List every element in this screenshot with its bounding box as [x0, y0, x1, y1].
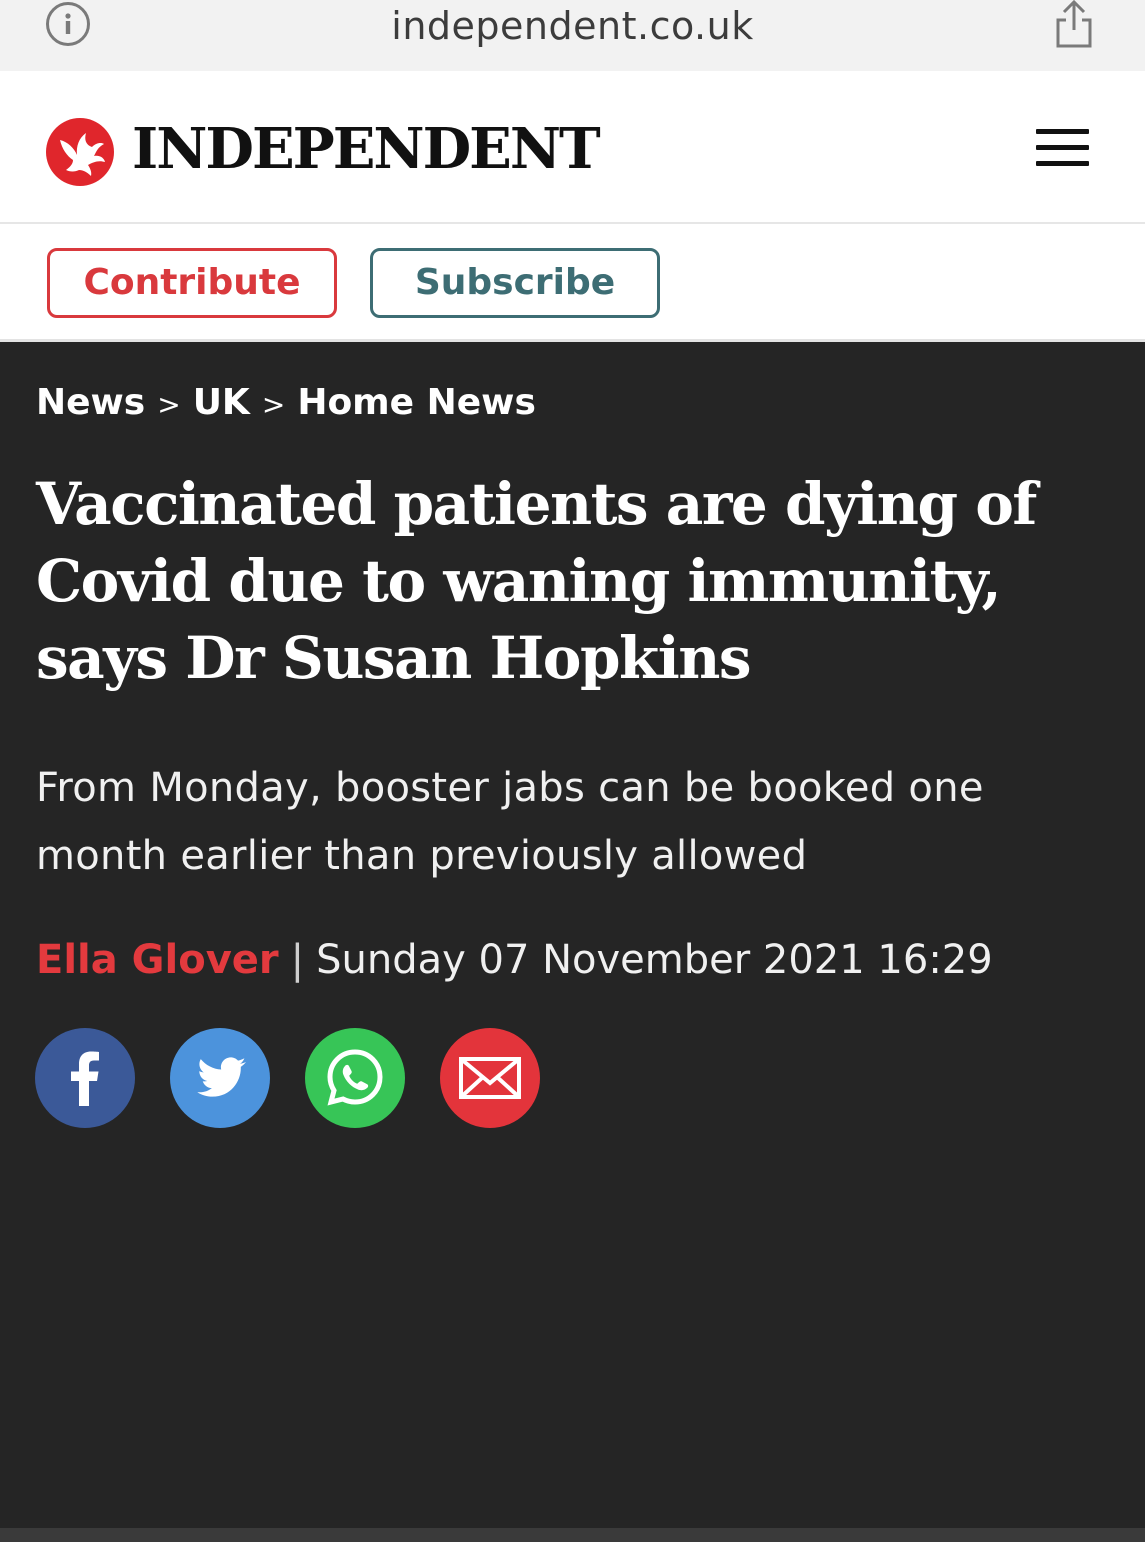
article-standfirst: From Monday, booster jabs can be booked …	[36, 765, 984, 879]
twitter-icon	[197, 1057, 246, 1097]
hero-image-top-edge	[0, 1528, 1145, 1542]
breadcrumb-item-home-news[interactable]: Home News	[297, 382, 536, 423]
email-icon	[459, 1057, 521, 1099]
subscribe-button[interactable]: Subscribe	[370, 248, 660, 318]
twitter-share-button[interactable]	[170, 1028, 270, 1128]
breadcrumb: News > UK > Home News	[36, 378, 536, 428]
article-headline: Vaccinated patients are dying of Covid d…	[36, 470, 1037, 692]
breadcrumb-separator: >	[157, 388, 181, 421]
share-icon[interactable]	[1050, 0, 1098, 52]
byline: Ella Glover | Sunday 07 November 2021 16:2…	[36, 930, 993, 990]
site-masthead: INDEPENDENT	[0, 71, 1145, 224]
breadcrumb-separator: >	[261, 388, 286, 421]
facebook-icon	[71, 1051, 99, 1106]
browser-url-bar: independent.co.uk	[0, 0, 1145, 71]
whatsapp-share-button[interactable]	[305, 1028, 405, 1128]
article-header: News > UK > Home News Vaccinated patients ar…	[0, 342, 1145, 1542]
brand-wordmark[interactable]: INDEPENDENT	[132, 109, 601, 189]
support-bar: Contribute Subscribe	[0, 224, 1145, 342]
breadcrumb-item-news[interactable]: News	[36, 382, 145, 423]
whatsapp-icon	[327, 1049, 383, 1106]
url-text[interactable]: independent.co.uk	[0, 0, 1145, 52]
breadcrumb-item-uk[interactable]: UK	[193, 382, 250, 423]
contribute-button[interactable]: Contribute	[47, 248, 337, 318]
hamburger-menu-icon[interactable]	[1036, 129, 1089, 169]
eagle-logo-icon[interactable]	[46, 118, 114, 186]
byline-divider: |	[290, 937, 305, 983]
author-link[interactable]: Ella Glover	[36, 937, 279, 983]
email-share-button[interactable]	[440, 1028, 540, 1128]
publish-date: Sunday 07 November 2021 16:29	[316, 937, 993, 983]
facebook-share-button[interactable]	[35, 1028, 135, 1128]
